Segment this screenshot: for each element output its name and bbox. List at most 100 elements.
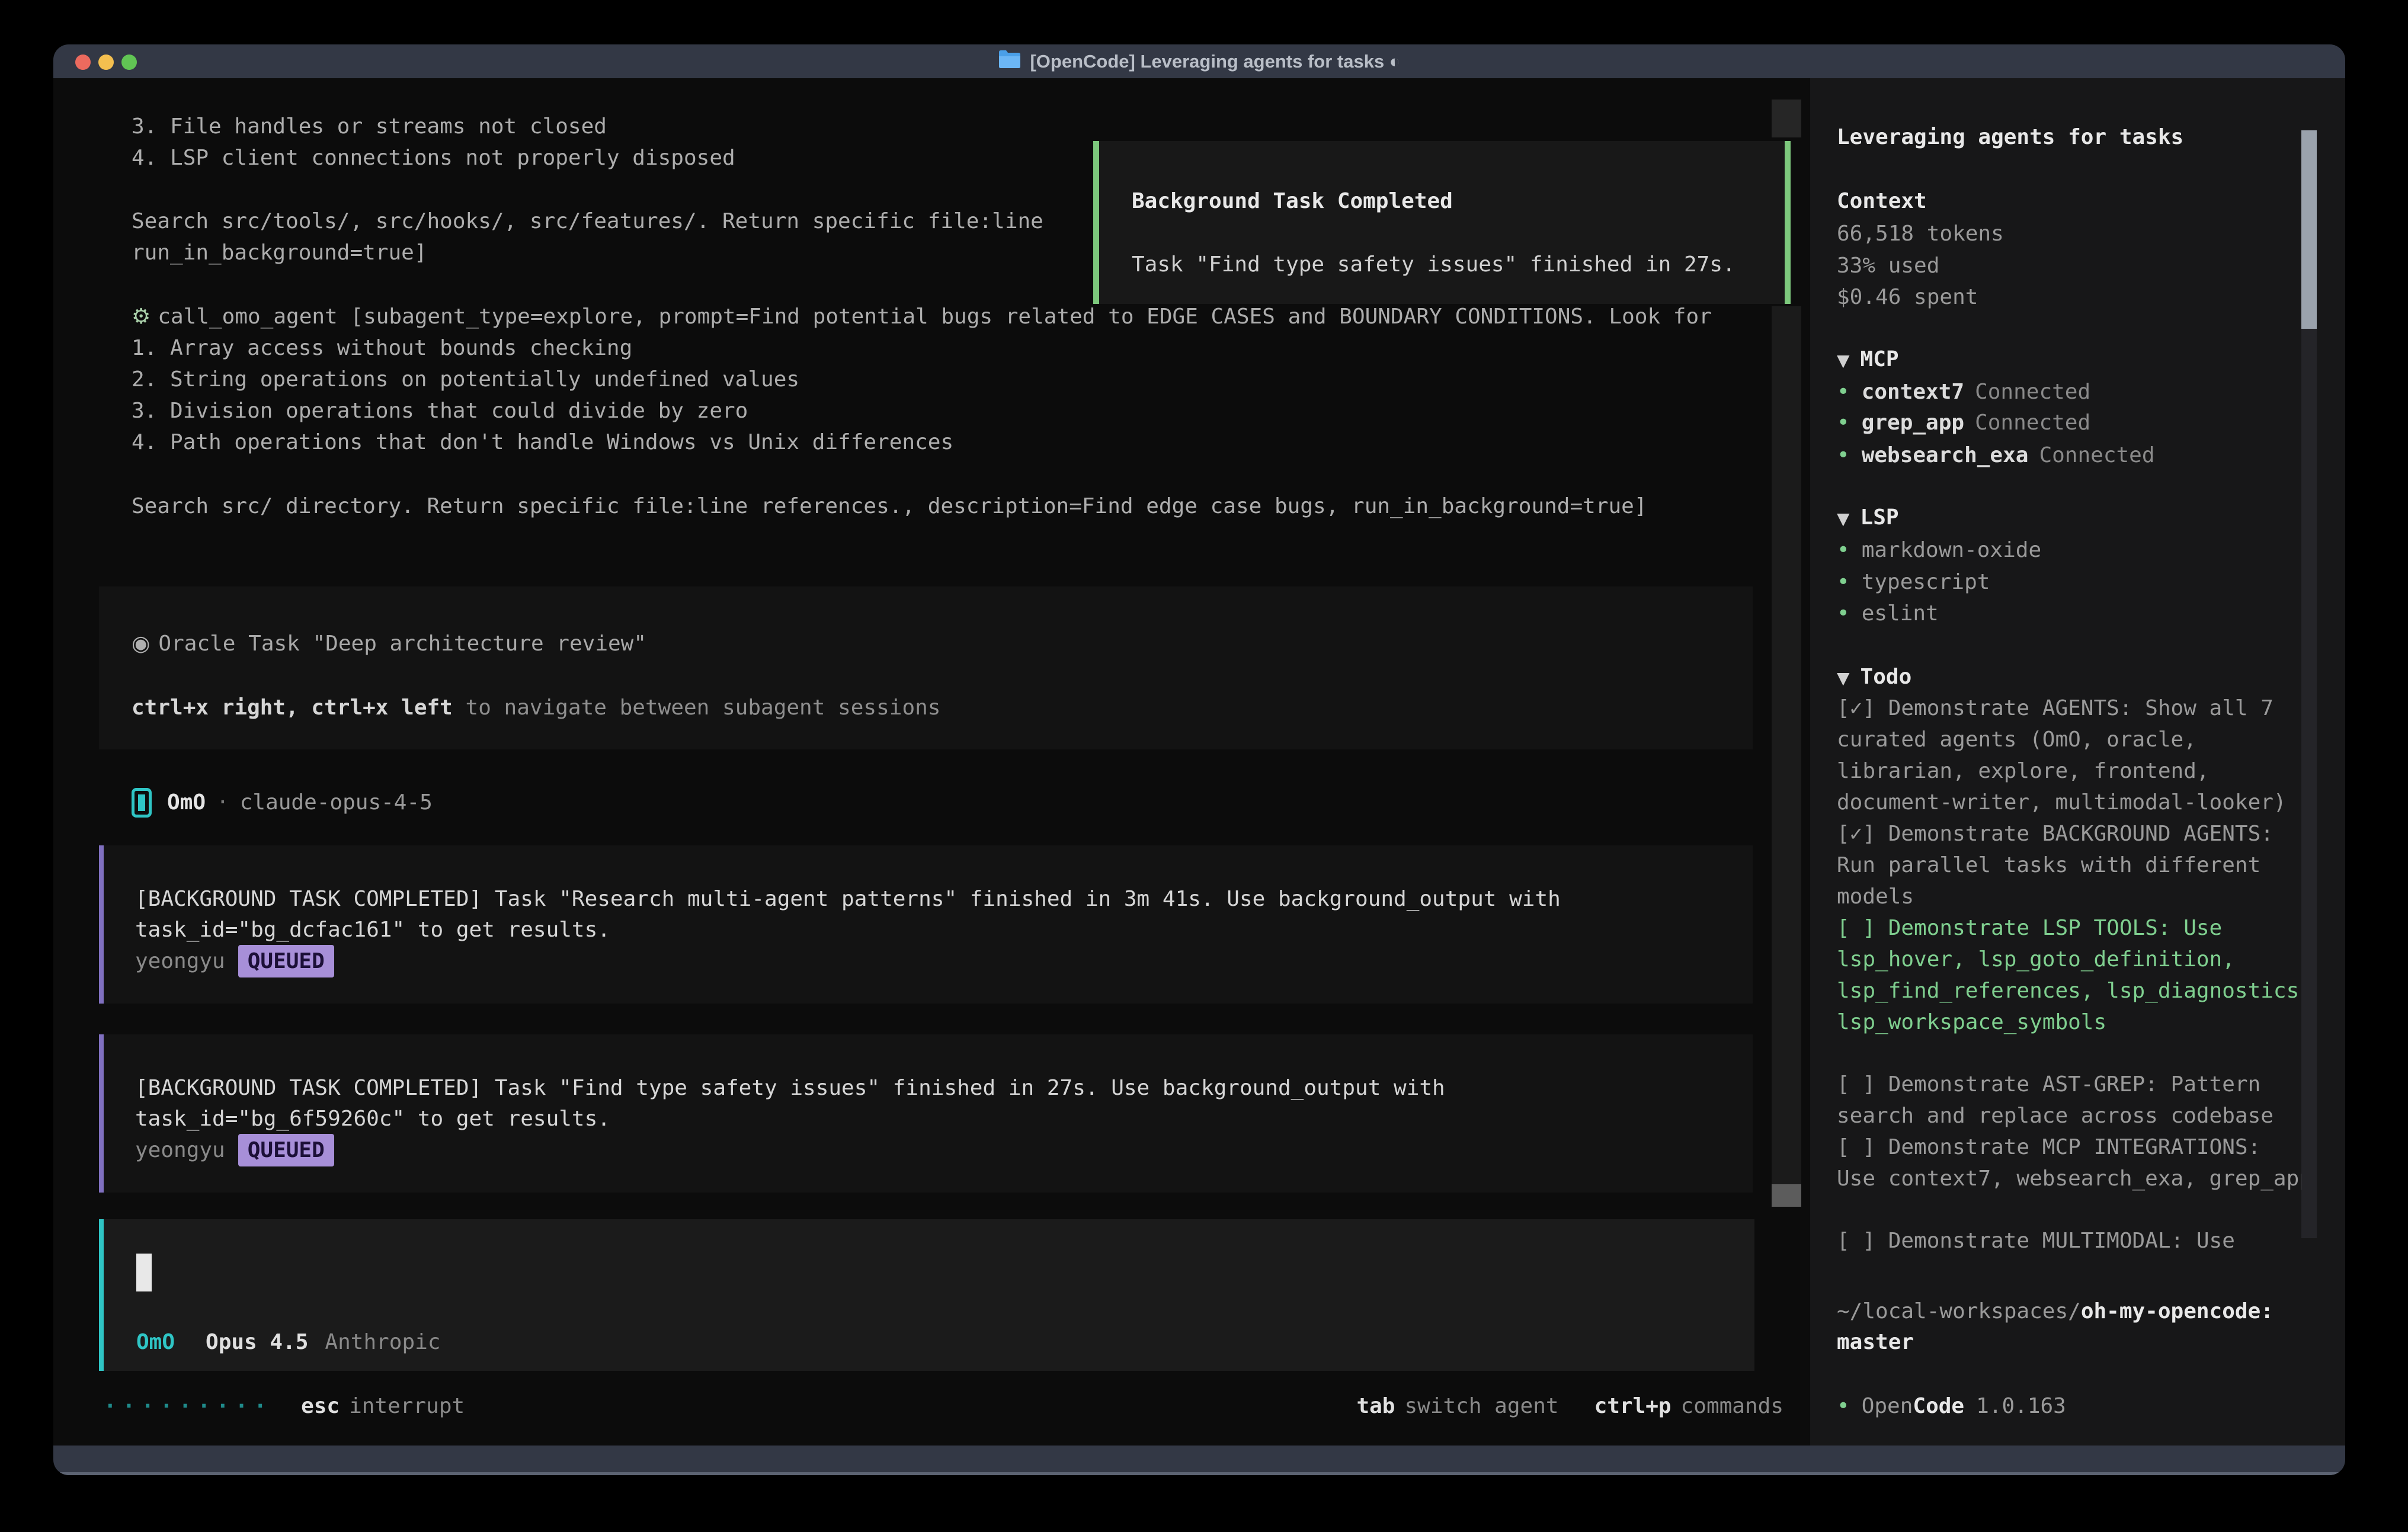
agent-icon [132, 788, 152, 818]
task-user: yeongyu [135, 946, 225, 977]
tool-call-text: call_omo_agent [subagent_type=explore, p… [158, 305, 1712, 329]
window-title: [OpenCode] Leveraging agents for tasks ◐ [1030, 51, 1400, 72]
task-user: yeongyu [135, 1134, 225, 1166]
folder-icon [998, 49, 1022, 74]
terminal-line: 1. Array access without bounds checking [132, 332, 632, 364]
lsp-item: •typescript [1837, 566, 2323, 598]
toast-body: Task "Find type safety issues" finished … [1132, 249, 1735, 280]
subagent-nav-hint: ctrl+x right, ctrl+x left to navigate be… [132, 692, 940, 723]
activity-dots-icon: ········· [104, 1390, 273, 1422]
prompt-input[interactable]: OmO Opus 4.5 Anthropic [99, 1219, 1754, 1371]
terminal-line: Search src/ directory. Return specific f… [132, 491, 1647, 522]
tab-key-label: switch agent [1404, 1390, 1558, 1422]
context-spent: $0.46 spent [1837, 281, 2323, 313]
input-model-label[interactable]: Opus 4.5 [206, 1326, 308, 1358]
oracle-task-title: ◉Oracle Task "Deep architecture review" [132, 628, 646, 659]
agent-name: OmO [167, 787, 206, 818]
todo-item-pending: [ ] Demonstrate MCP INTEGRATIONS: Use co… [1837, 1132, 2323, 1194]
oracle-task-box[interactable]: ◉Oracle Task "Deep architecture review" … [99, 586, 1753, 749]
status-dot-icon: • [1837, 570, 1850, 594]
scrollbar-thumb[interactable] [1772, 1184, 1801, 1207]
chevron-down-icon: ▼ [1837, 509, 1850, 528]
todo-item-active: [ ] Demonstrate LSP TOOLS: Use lsp_hover… [1837, 912, 2323, 1038]
mcp-item: •grep_appConnected [1837, 407, 2323, 438]
minimize-button[interactable] [98, 55, 114, 70]
input-provider-label: Anthropic [325, 1326, 440, 1358]
tab-key-hint[interactable]: tab [1356, 1390, 1395, 1422]
terminal-line: run_in_background=true] [132, 237, 427, 268]
session-sidebar: Leveraging agents for tasks Context 66,5… [1810, 78, 2345, 1446]
status-dot-icon: • [1837, 1394, 1850, 1418]
status-dot-icon: • [1837, 601, 1850, 626]
todo-item-done: [✓] Demonstrate BACKGROUND AGENTS: Run p… [1837, 818, 2323, 912]
terminal-line: 4. Path operations that don't handle Win… [132, 427, 953, 458]
session-title: Leveraging agents for tasks [1837, 121, 2323, 153]
terminal-line: 2. String operations on potentially unde… [132, 364, 799, 395]
app-version: •OpenCode1.0.163 [1837, 1390, 2323, 1422]
lsp-item: •markdown-oxide [1837, 534, 2323, 566]
terminal-line: 3. File handles or streams not closed [132, 111, 607, 142]
chevron-down-icon: ▼ [1837, 351, 1850, 370]
ctrlp-key-label: commands [1681, 1390, 1783, 1422]
status-badge: QUEUED [238, 945, 334, 977]
gear-icon: ⚙ [132, 305, 150, 329]
traffic-lights [75, 55, 137, 70]
scrollbar-track[interactable] [1772, 306, 1801, 1207]
git-branch: master [1837, 1326, 2323, 1358]
todo-section-header[interactable]: ▼Todo [1837, 661, 2323, 694]
text-cursor [136, 1254, 152, 1291]
task-message-meta: yeongyu QUEUED [135, 945, 334, 977]
input-agent-label[interactable]: OmO [136, 1326, 175, 1358]
agent-model: claude-opus-4-5 [240, 787, 433, 818]
status-bar: ········· esc interrupt tab switch agent… [104, 1390, 1783, 1422]
ctrlp-key-hint[interactable]: ctrl+p [1594, 1390, 1671, 1422]
task-message-meta: yeongyu QUEUED [135, 1134, 334, 1166]
task-message[interactable]: [BACKGROUND TASK COMPLETED] Task "Resear… [99, 845, 1753, 1004]
context-tokens: 66,518 tokens [1837, 218, 2323, 249]
chevron-down-icon: ▼ [1837, 668, 1850, 688]
todo-list: [✓] Demonstrate AGENTS: Show all 7 curat… [1837, 693, 2323, 1257]
terminal-line: 3. Division operations that could divide… [132, 395, 748, 427]
titlebar[interactable]: [OpenCode] Leveraging agents for tasks ◐ [53, 44, 2345, 78]
window-bottom-chrome [53, 1446, 2345, 1475]
main-session-pane: 3. File handles or streams not closed 4.… [53, 78, 1810, 1446]
status-dot-icon: • [1837, 411, 1850, 435]
terminal-line: 4. LSP client connections not properly d… [132, 142, 735, 174]
status-dot-icon: • [1837, 380, 1850, 404]
task-message-line1: [BACKGROUND TASK COMPLETED] Task "Resear… [135, 883, 1561, 915]
mcp-item: •websearch_exaConnected [1837, 440, 2323, 471]
esc-key-hint[interactable]: esc [301, 1390, 340, 1422]
terminal-content: 3. File handles or streams not closed 4.… [53, 78, 2345, 1446]
lsp-item: •eslint [1837, 598, 2323, 629]
workspace-path: ~/local-workspaces/oh-my-opencode: [1837, 1296, 2323, 1327]
background-task-toast: Background Task Completed Task "Find typ… [1093, 141, 1791, 304]
lsp-section-header[interactable]: ▼LSP [1837, 502, 2323, 534]
agent-header: OmO · claude-opus-4-5 [132, 787, 433, 818]
mcp-section-header[interactable]: ▼MCP [1837, 344, 2323, 376]
status-dot-icon: • [1837, 538, 1850, 562]
sidebar-scrollbar-thumb[interactable] [2301, 130, 2317, 329]
mcp-item: •context7Connected [1837, 376, 2323, 408]
zoom-button[interactable] [121, 55, 137, 70]
terminal-line: Search src/tools/, src/hooks/, src/featu… [132, 206, 1043, 237]
task-message-line1: [BACKGROUND TASK COMPLETED] Task "Find t… [135, 1072, 1445, 1104]
esc-key-label: interrupt [349, 1390, 465, 1422]
context-heading: Context [1837, 185, 2323, 217]
todo-item-done: [✓] Demonstrate AGENTS: Show all 7 curat… [1837, 693, 2323, 818]
close-button[interactable] [75, 55, 91, 70]
model-row: OmO Opus 4.5 Anthropic [136, 1326, 441, 1358]
toast-title: Background Task Completed [1132, 185, 1453, 217]
opencode-window: [OpenCode] Leveraging agents for tasks ◐… [53, 44, 2345, 1475]
task-message-line2: task_id="bg_dcfac161" to get results. [135, 914, 610, 946]
separator-dot: · [216, 787, 229, 818]
status-badge: QUEUED [238, 1134, 334, 1166]
status-dot-icon: • [1837, 443, 1850, 467]
todo-item-pending: [ ] Demonstrate AST-GREP: Pattern search… [1837, 1069, 2323, 1132]
scrollbar-thumb-top[interactable] [1772, 100, 1801, 137]
task-message-line2: task_id="bg_6f59260c" to get results. [135, 1103, 610, 1134]
tool-call-line: ⚙ call_omo_agent [subagent_type=explore, … [132, 301, 1712, 332]
todo-item-pending: [ ] Demonstrate MULTIMODAL: Use [1837, 1225, 2323, 1257]
record-icon: ◉ [132, 632, 150, 656]
task-message[interactable]: [BACKGROUND TASK COMPLETED] Task "Find t… [99, 1034, 1753, 1193]
context-used: 33% used [1837, 250, 2323, 281]
